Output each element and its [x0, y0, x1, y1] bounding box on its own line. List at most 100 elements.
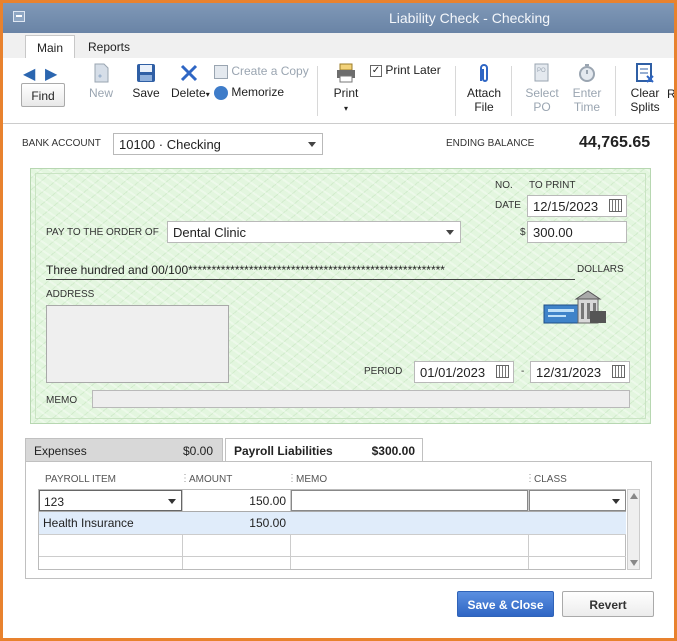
- save-close-button[interactable]: Save & Close: [457, 591, 554, 617]
- payee-select[interactable]: Dental Clinic: [167, 221, 461, 243]
- create-copy-button[interactable]: Create a Copy: [214, 64, 309, 79]
- svg-text:PO: PO: [537, 68, 546, 74]
- create-copy-label: Create a Copy: [231, 64, 309, 78]
- vertical-scrollbar[interactable]: [627, 489, 640, 570]
- payroll-item-cell[interactable]: Health Insurance: [39, 512, 182, 533]
- col-payroll-item[interactable]: PAYROLL ITEM: [45, 470, 116, 488]
- ending-balance-value: 44,765.65: [579, 134, 651, 151]
- tab-expenses[interactable]: Expenses $0.00: [25, 438, 223, 462]
- purchase-order-icon: PO: [534, 63, 549, 82]
- toolbar: ◀ ▶ Find New Save Delete▾ Create a Copy …: [3, 58, 674, 124]
- tab-reports[interactable]: Reports: [77, 35, 141, 59]
- calendar-icon[interactable]: [609, 199, 622, 212]
- expenses-tab-amount: $0.00: [182, 444, 213, 458]
- copy-icon: [214, 64, 228, 79]
- attach-file-button[interactable]: Attach File: [465, 63, 503, 114]
- memo-cell[interactable]: [291, 512, 528, 533]
- scroll-up-icon[interactable]: [630, 493, 638, 499]
- bank-account-value: 10100 · Checking: [119, 137, 221, 152]
- time-label: Time: [573, 100, 601, 114]
- print-later-checkbox[interactable]: ✓ Print Later: [370, 63, 450, 77]
- amount-cell[interactable]: 150.00: [183, 512, 290, 533]
- print-later-label: Print Later: [385, 63, 441, 77]
- expenses-tab-label: Expenses: [34, 444, 87, 458]
- memo-field[interactable]: [92, 390, 630, 408]
- address-label: ADDRESS: [46, 289, 95, 300]
- amount-cell[interactable]: 150.00: [183, 490, 290, 511]
- print-label: Print: [333, 86, 359, 100]
- dollars-label: DOLLARS: [577, 264, 624, 275]
- clear-splits-button[interactable]: Clear Splits: [627, 63, 663, 114]
- period-from-value: 01/01/2023: [420, 365, 486, 380]
- period-label: PERIOD: [364, 366, 403, 377]
- po-label: PO: [533, 100, 551, 114]
- clear-splits-icon: [636, 63, 654, 83]
- amount-field[interactable]: 300.00: [527, 221, 627, 243]
- previous-arrow-icon[interactable]: ◀: [23, 64, 35, 84]
- new-document-icon: [94, 63, 109, 83]
- payee-value: Dental Clinic: [173, 225, 246, 240]
- liability-check-window: Liability Check - Checking Main Reports …: [0, 0, 677, 641]
- address-box[interactable]: [46, 305, 229, 383]
- dropdown-arrow-icon: [168, 499, 176, 504]
- save-label: Save: [132, 86, 160, 100]
- revert-button[interactable]: Revert: [562, 591, 654, 617]
- period-dash: -: [521, 366, 525, 377]
- tab-main[interactable]: Main: [25, 35, 76, 59]
- period-to-field[interactable]: 12/31/2023: [530, 361, 630, 383]
- date-value: 12/15/2023: [533, 199, 599, 214]
- payroll-liabilities-panel: PAYROLL ITEM ⋮ AMOUNT ⋮ MEMO ⋮ CLASS 123…: [25, 461, 652, 579]
- ribbon-tabs: Main Reports: [3, 33, 674, 59]
- check-no-value[interactable]: TO PRINT: [529, 180, 575, 191]
- splits-label: Splits: [630, 100, 660, 114]
- ending-balance-label: ENDING BALANCE: [446, 138, 535, 149]
- date-field[interactable]: 12/15/2023: [527, 195, 627, 217]
- bank-account-select[interactable]: 10100 · Checking: [113, 133, 323, 155]
- delete-label: Delete: [171, 86, 206, 100]
- checkbox-check-icon: ✓: [370, 64, 382, 77]
- period-from-field[interactable]: 01/01/2023: [414, 361, 514, 383]
- select-po-button[interactable]: PO Select PO: [523, 63, 561, 114]
- find-button[interactable]: Find: [21, 83, 65, 107]
- print-button[interactable]: Print ▾: [331, 63, 361, 116]
- select-label: Select: [525, 86, 559, 100]
- enter-time-button[interactable]: Enter Time: [568, 63, 606, 114]
- calendar-icon[interactable]: [496, 365, 509, 378]
- payroll-item-select[interactable]: 123: [39, 490, 182, 511]
- file-label: File: [474, 100, 494, 114]
- pay-to-label: PAY TO THE ORDER OF: [46, 227, 159, 238]
- next-arrow-icon[interactable]: ▶: [45, 64, 57, 84]
- class-cell[interactable]: [529, 512, 626, 533]
- dropdown-arrow-icon: [446, 230, 454, 235]
- class-select[interactable]: [529, 490, 626, 511]
- col-amount[interactable]: AMOUNT: [189, 470, 232, 488]
- new-label: New: [88, 86, 113, 100]
- delete-x-icon: [180, 64, 198, 82]
- attach-label: Attach: [466, 86, 502, 100]
- period-to-value: 12/31/2023: [536, 365, 602, 380]
- title-bar: Liability Check - Checking: [3, 3, 674, 33]
- memo-label: MEMO: [46, 395, 78, 406]
- tab-payroll-liabilities[interactable]: Payroll Liabilities $300.00: [225, 438, 423, 462]
- payroll-tab-amount: $300.00: [371, 444, 415, 458]
- delete-button[interactable]: Delete▾: [171, 63, 210, 102]
- memo-cell[interactable]: [291, 490, 528, 511]
- memorize-label: Memorize: [231, 85, 285, 99]
- col-class[interactable]: CLASS: [534, 470, 567, 488]
- printer-icon: [337, 63, 355, 83]
- dropdown-arrow-icon: [612, 499, 620, 504]
- bank-account-label: BANK ACCOUNT: [22, 138, 101, 149]
- payroll-bank-icon: [543, 290, 606, 324]
- col-memo[interactable]: MEMO: [296, 470, 327, 488]
- dollar-sign: $: [520, 227, 526, 238]
- scroll-down-icon[interactable]: [630, 560, 638, 566]
- details-section: Expenses $0.00 Payroll Liabilities $300.…: [25, 438, 652, 580]
- check-area: NO. TO PRINT DATE 12/15/2023 PAY TO THE …: [30, 168, 651, 424]
- window-menu-icon[interactable]: [13, 11, 25, 22]
- calendar-icon[interactable]: [612, 365, 625, 378]
- payroll-items-grid: PAYROLL ITEM ⋮ AMOUNT ⋮ MEMO ⋮ CLASS 123…: [37, 470, 641, 570]
- new-button[interactable]: New: [87, 63, 115, 100]
- check-no-label: NO.: [495, 180, 513, 191]
- save-button[interactable]: Save: [131, 63, 161, 100]
- memorize-button[interactable]: Memorize: [214, 85, 294, 100]
